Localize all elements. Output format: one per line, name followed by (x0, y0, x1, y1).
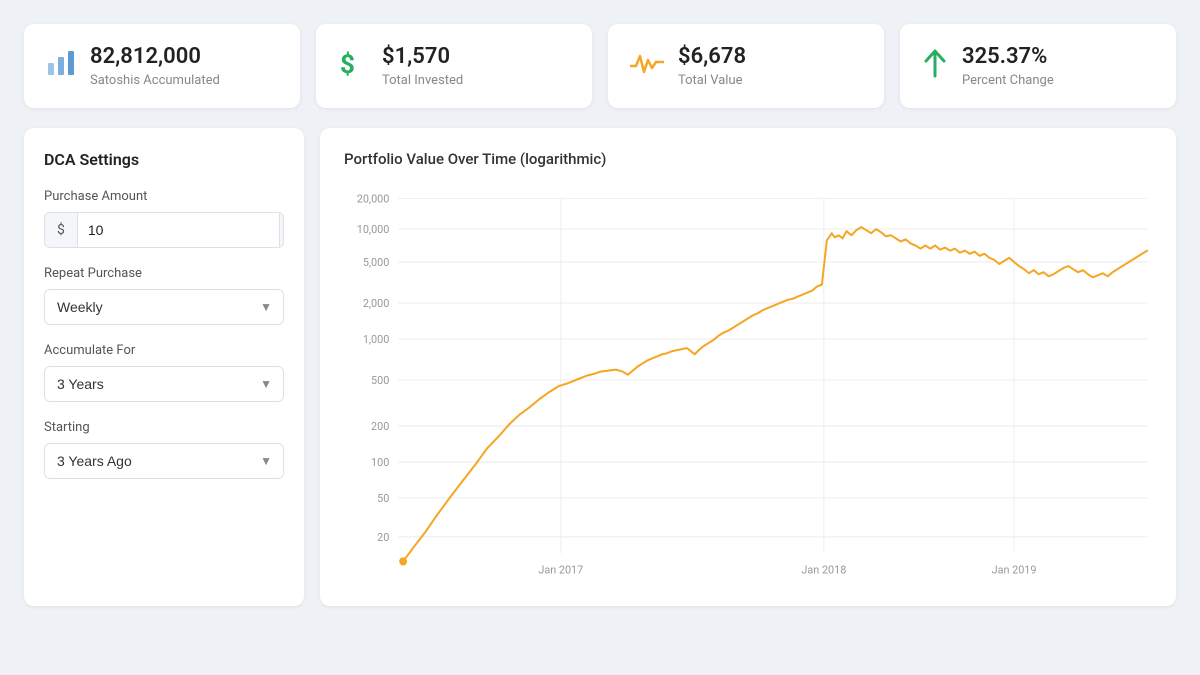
svg-text:Jan 2017: Jan 2017 (538, 564, 583, 577)
percent-label: Percent Change (962, 73, 1054, 88)
total-value-label: Total Value (678, 73, 746, 88)
dollar-icon: $ (338, 48, 368, 85)
svg-text:10,000: 10,000 (357, 223, 390, 236)
svg-text:20: 20 (377, 531, 389, 544)
purchase-amount-suffix: .00 (279, 213, 284, 247)
chart-svg: 20,000 10,000 5,000 2,000 1,000 500 200 … (344, 184, 1152, 584)
accumulate-for-group: Accumulate For 3 Years 1 Year 2 Years 5 … (44, 343, 284, 402)
settings-panel: DCA Settings Purchase Amount $ .00 Repea… (24, 128, 304, 606)
repeat-purchase-label: Repeat Purchase (44, 266, 284, 281)
svg-text:2,000: 2,000 (363, 297, 389, 310)
svg-text:Jan 2019: Jan 2019 (992, 564, 1037, 577)
starting-select-wrapper: 3 Years Ago 1 Year Ago 2 Years Ago 5 Yea… (44, 443, 284, 479)
svg-text:Jan 2018: Jan 2018 (801, 564, 846, 577)
svg-text:50: 50 (377, 492, 389, 505)
svg-text:100: 100 (371, 456, 389, 469)
satoshis-card: 82,812,000 Satoshis Accumulated (24, 24, 300, 108)
invested-content: $1,570 Total Invested (382, 44, 463, 88)
svg-text:500: 500 (371, 374, 389, 387)
satoshis-label: Satoshis Accumulated (90, 73, 220, 88)
chart-container: 20,000 10,000 5,000 2,000 1,000 500 200 … (344, 184, 1152, 584)
purchase-amount-label: Purchase Amount (44, 189, 284, 204)
purchase-amount-input[interactable] (78, 213, 279, 247)
accumulate-label: Accumulate For (44, 343, 284, 358)
purchase-amount-input-wrapper: $ .00 (44, 212, 284, 248)
pulse-icon (630, 50, 664, 83)
starting-select[interactable]: 3 Years Ago 1 Year Ago 2 Years Ago 5 Yea… (44, 443, 284, 479)
percent-value: 325.37% (962, 44, 1054, 70)
total-value-content: $6,678 Total Value (678, 44, 746, 88)
stat-cards: 82,812,000 Satoshis Accumulated $ $1,570… (24, 24, 1176, 108)
svg-text:200: 200 (371, 420, 389, 433)
svg-text:1,000: 1,000 (363, 333, 389, 346)
svg-text:5,000: 5,000 (363, 256, 389, 269)
total-value-value: $6,678 (678, 44, 746, 70)
percent-card: 325.37% Percent Change (900, 24, 1176, 108)
percent-content: 325.37% Percent Change (962, 44, 1054, 88)
accumulate-select[interactable]: 3 Years 1 Year 2 Years 5 Years (44, 366, 284, 402)
repeat-purchase-select[interactable]: Weekly Daily Monthly (44, 289, 284, 325)
starting-label: Starting (44, 420, 284, 435)
chart-title: Portfolio Value Over Time (logarithmic) (344, 150, 1152, 168)
invested-card: $ $1,570 Total Invested (316, 24, 592, 108)
portfolio-line (403, 227, 1147, 561)
invested-label: Total Invested (382, 73, 463, 88)
total-value-card: $6,678 Total Value (608, 24, 884, 108)
accumulate-select-wrapper: 3 Years 1 Year 2 Years 5 Years ▼ (44, 366, 284, 402)
bottom-section: DCA Settings Purchase Amount $ .00 Repea… (24, 128, 1176, 606)
bars-icon (46, 49, 76, 84)
starting-group: Starting 3 Years Ago 1 Year Ago 2 Years … (44, 420, 284, 479)
settings-title: DCA Settings (44, 150, 284, 169)
chart-panel: Portfolio Value Over Time (logarithmic) … (320, 128, 1176, 606)
chart-start-dot (399, 558, 407, 566)
arrow-up-icon (922, 48, 948, 85)
satoshis-content: 82,812,000 Satoshis Accumulated (90, 44, 220, 88)
svg-text:$: $ (340, 50, 355, 78)
svg-text:20,000: 20,000 (357, 193, 390, 206)
repeat-purchase-group: Repeat Purchase Weekly Daily Monthly ▼ (44, 266, 284, 325)
repeat-purchase-select-wrapper: Weekly Daily Monthly ▼ (44, 289, 284, 325)
satoshis-value: 82,812,000 (90, 44, 220, 70)
purchase-amount-prefix: $ (45, 213, 78, 247)
purchase-amount-group: Purchase Amount $ .00 (44, 189, 284, 248)
invested-value: $1,570 (382, 44, 463, 70)
